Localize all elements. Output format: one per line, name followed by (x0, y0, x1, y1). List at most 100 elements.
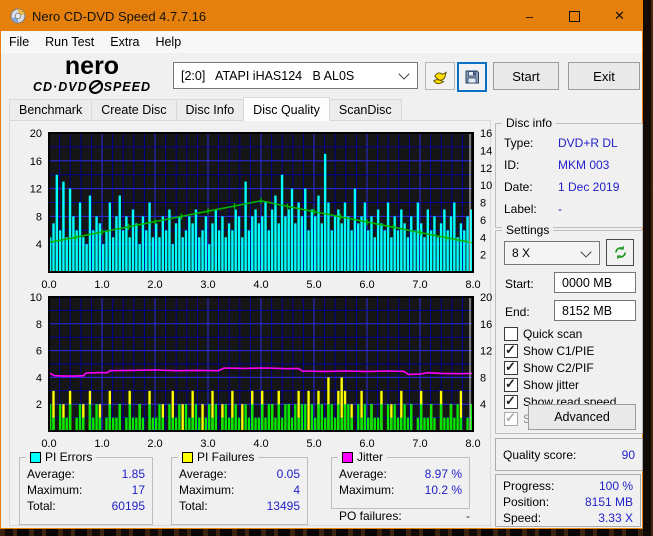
checkbox-quick-scan[interactable]: Quick scan (504, 326, 582, 341)
svg-text:4: 4 (480, 399, 486, 411)
position-value: 8151 MB (584, 495, 633, 509)
settings-legend: Settings (502, 223, 554, 237)
settings-group: Settings 8 X Start: End: Quick scan Show… (495, 223, 643, 434)
svg-text:20: 20 (30, 128, 42, 140)
checkbox-show-c2-pif[interactable]: Show C2/PIF (504, 359, 594, 375)
tab-disc-quality[interactable]: Disc Quality (243, 97, 330, 121)
disc-info-group: Disc info Type: DVD+R DL ID: MKM 003 Date:… (495, 116, 643, 228)
checkbox-label: Show jitter (523, 377, 580, 392)
minimize-button[interactable]: – (507, 1, 552, 31)
logo-cddvd-text: CD·DVD (33, 79, 88, 94)
disc-id-row: ID: MKM 003 (496, 154, 642, 176)
svg-text:5.0: 5.0 (306, 438, 321, 449)
quality-score-panel: Quality score: 90 (495, 438, 643, 471)
start-field[interactable] (554, 272, 636, 293)
po-failures-label: PO failures: (339, 509, 402, 523)
save-button[interactable] (457, 62, 487, 92)
svg-text:8: 8 (480, 372, 486, 384)
end-field[interactable] (554, 300, 636, 321)
nero-logo-text: nero (64, 52, 120, 80)
svg-text:3.0: 3.0 (200, 438, 215, 449)
svg-text:16: 16 (480, 319, 492, 331)
app-icon (10, 8, 26, 24)
tab-strip: Benchmark Create Disc Disc Info Disc Qua… (9, 97, 402, 121)
disc-date-value: 1 Dec 2019 (558, 180, 620, 194)
svg-text:16: 16 (480, 128, 492, 140)
position-label: Position: (503, 495, 550, 509)
pie-average-row: Average: 1.85 (27, 467, 145, 481)
disc-type-value: DVD+R DL (558, 136, 618, 150)
menu-file[interactable]: File (1, 35, 37, 49)
hand-icon (433, 71, 447, 85)
eject-tray-button[interactable] (425, 62, 455, 90)
end-field-label: End: (505, 305, 530, 319)
position-row: Position: 8151 MB (496, 494, 640, 510)
window-title: Nero CD-DVD Speed 4.7.7.16 (32, 8, 207, 24)
svg-text:20: 20 (480, 292, 492, 304)
svg-text:3.0: 3.0 (200, 279, 215, 291)
pie-maximum-row: Maximum: 17 (27, 483, 145, 497)
logo-speed-text: SPEED (103, 79, 151, 94)
quality-score-value: 90 (621, 447, 635, 462)
svg-text:4.0: 4.0 (253, 438, 268, 449)
start-button[interactable]: Start (493, 62, 559, 90)
checkbox-label: Show C1/PIE (523, 343, 595, 358)
toolbar: nero CD·DVD SPEED [2:0] ATAPI iHAS124 B … (1, 53, 642, 98)
pi-failures-group: PI Failures Average: 0.05 Maximum: 4 Total… (171, 450, 308, 525)
svg-text:2.0: 2.0 (147, 279, 162, 291)
tab-create-disc[interactable]: Create Disc (91, 99, 177, 121)
svg-text:12: 12 (480, 163, 492, 175)
speed-row: Speed: 3.33 X (496, 510, 640, 526)
svg-text:1.0: 1.0 (94, 438, 109, 449)
pi-failures-chart: 2 4 6 8 10 4 8 12 16 20 0.0 1.0 2.0 3.0 4.0 5.0 6.0 7.0 8.… (30, 292, 493, 449)
svg-text:8.0: 8.0 (465, 438, 480, 449)
checkbox-icon (504, 342, 518, 358)
drive-select-value: [2:0] ATAPI iHAS124 B AL0S (181, 68, 355, 83)
close-button[interactable]: ✕ (597, 1, 642, 31)
exit-button-label: Exit (593, 68, 615, 84)
pif-maximum-row: Maximum: 4 (179, 483, 300, 497)
checkbox-show-jitter[interactable]: Show jitter (504, 376, 580, 392)
checkbox-show-c1-pie[interactable]: Show C1/PIE (504, 342, 595, 358)
svg-text:6.0: 6.0 (359, 438, 374, 449)
maximize-icon (569, 10, 580, 22)
menu-help[interactable]: Help (147, 35, 189, 49)
svg-text:8: 8 (36, 319, 42, 331)
menu-extra[interactable]: Extra (102, 35, 147, 49)
pi-failures-color-swatch (182, 451, 193, 463)
pi-failures-legend: PI Failures (178, 450, 259, 464)
drive-select[interactable]: [2:0] ATAPI iHAS124 B AL0S (173, 62, 418, 89)
svg-text:6.0: 6.0 (359, 279, 374, 291)
start-field-label: Start: (505, 277, 534, 291)
svg-text:10: 10 (480, 180, 492, 192)
svg-text:4.0: 4.0 (253, 279, 268, 291)
speed-label: Speed: (503, 511, 542, 525)
svg-text:4: 4 (36, 239, 42, 251)
disc-info-legend: Disc info (502, 116, 557, 130)
po-failures-value: - (466, 509, 470, 523)
svg-text:12: 12 (30, 184, 42, 196)
close-icon: ✕ (614, 8, 625, 23)
scan-speed-select[interactable]: 8 X (504, 241, 600, 265)
svg-text:7.0: 7.0 (412, 438, 427, 449)
checkbox-icon (504, 376, 518, 392)
tab-disc-info[interactable]: Disc Info (175, 99, 245, 121)
maximize-button[interactable] (552, 1, 597, 31)
pif-average-row: Average: 0.05 (179, 467, 300, 481)
tab-benchmark[interactable]: Benchmark (9, 99, 93, 121)
disc-label-value: - (558, 202, 562, 216)
svg-text:2: 2 (480, 250, 486, 262)
jitter-maximum-row: Maximum: 10.2 % (339, 483, 462, 497)
refresh-button[interactable] (606, 239, 634, 266)
menu-run-test[interactable]: Run Test (37, 35, 102, 49)
save-icon (465, 70, 479, 84)
advanced-button[interactable]: Advanced (528, 404, 636, 430)
disc-id-label: ID: (504, 158, 520, 172)
exit-button[interactable]: Exit (568, 62, 640, 90)
speed-value: 3.33 X (598, 511, 633, 525)
svg-text:2: 2 (36, 399, 42, 411)
svg-text:7.0: 7.0 (412, 279, 427, 291)
tab-scandisc[interactable]: ScanDisc (328, 99, 402, 121)
progress-label: Progress: (503, 479, 555, 493)
scan-speed-value: 8 X (512, 246, 531, 260)
